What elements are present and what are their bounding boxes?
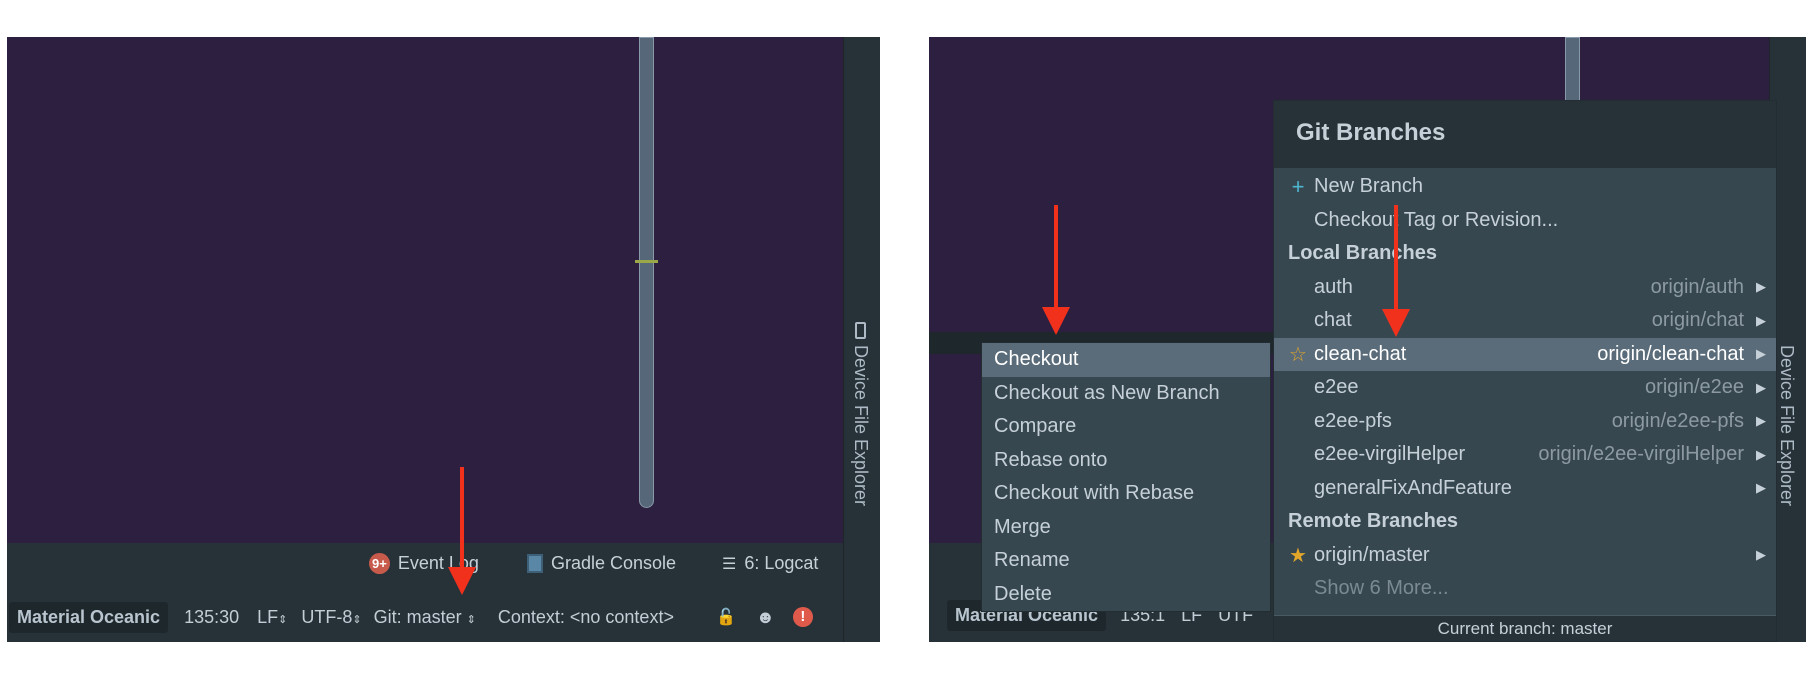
red-arrow-annotation (448, 467, 476, 595)
show-more-label: Show 6 More... (1314, 577, 1449, 600)
branch-actions-submenu: Checkout Checkout as New Branch Compare Reb… (981, 342, 1271, 612)
error-icon[interactable]: ! (792, 607, 813, 627)
editor-area[interactable] (7, 37, 843, 543)
branch-name: e2ee-virgilHelper (1314, 443, 1466, 466)
branch-item[interactable]: ☆ clean-chat origin/clean-chat ▶ (1274, 337, 1776, 371)
star-filled-icon: ★ (1289, 544, 1307, 567)
chevron-right-icon: ▶ (1756, 346, 1766, 362)
branch-name: chat (1314, 309, 1352, 332)
branch-name: origin/master (1314, 543, 1430, 566)
new-branch-label: New Branch (1314, 175, 1423, 198)
red-arrow-annotation (1382, 205, 1410, 337)
submenu-item-checkout-with-rebase[interactable]: Checkout with Rebase (982, 477, 1270, 511)
red-arrow-annotation (1042, 205, 1070, 335)
branch-name: e2ee-pfs (1314, 409, 1392, 432)
tracked-remote: origin/chat (1651, 309, 1744, 332)
git-branches-popup: Git Branches + New Branch Checkout Tag or… (1273, 100, 1777, 642)
caret-position[interactable]: 135:30 (184, 607, 239, 628)
chevron-right-icon: ▶ (1756, 312, 1766, 328)
theme-indicator[interactable]: Material Oceanic (9, 601, 169, 633)
chevron-right-icon: ▶ (1756, 446, 1766, 462)
chevron-right-icon: ▶ (1756, 480, 1766, 496)
vertical-scrollbar[interactable] (639, 37, 654, 508)
branch-item[interactable]: auth origin/auth ▶ (1274, 271, 1776, 305)
plus-icon: + (1291, 173, 1305, 199)
line-separator[interactable]: LF⇕ (257, 607, 287, 628)
new-branch-item[interactable]: + New Branch (1274, 170, 1776, 204)
right-tool-strip (843, 37, 880, 642)
checkout-tag-item[interactable]: Checkout Tag or Revision... (1274, 204, 1776, 238)
event-log-icon: 9+ (369, 553, 390, 574)
star-outline-icon: ☆ (1289, 343, 1307, 366)
tracked-remote: origin/e2ee-pfs (1611, 409, 1744, 432)
status-bar: Material Oceanic 135:30 LF⇕ UTF-8⇕ Git: … (7, 599, 843, 635)
logcat-icon: ☰ (722, 555, 737, 573)
tracked-remote: origin/e2ee-virgilHelper (1538, 443, 1744, 466)
chevron-right-icon: ▶ (1756, 547, 1766, 563)
chevron-right-icon: ▶ (1756, 279, 1766, 295)
updown-icon: ⇕ (466, 613, 476, 626)
remote-branches-header: Remote Branches (1288, 510, 1459, 533)
current-branch-footer: Current branch: master (1274, 615, 1776, 641)
branch-item[interactable]: generalFixAndFeature ▶ (1274, 472, 1776, 506)
branch-name: generalFixAndFeature (1314, 476, 1512, 499)
gradle-console-button[interactable]: Gradle Console (527, 553, 676, 574)
encoding[interactable]: UTF-8⇕ (301, 607, 361, 628)
updown-icon: ⇕ (278, 613, 288, 626)
branch-name: e2ee (1314, 376, 1359, 399)
checkout-tag-label: Checkout Tag or Revision... (1314, 208, 1559, 231)
device-icon (855, 322, 866, 339)
scroll-marker (635, 260, 658, 263)
gradle-console-label: Gradle Console (551, 553, 677, 573)
context-widget[interactable]: Context: <no context> (498, 607, 674, 628)
updown-icon: ⇕ (352, 613, 362, 626)
submenu-item-delete[interactable]: Delete (982, 578, 1270, 612)
branch-item[interactable]: e2ee-pfs origin/e2ee-pfs ▶ (1274, 405, 1776, 439)
submenu-item-rename[interactable]: Rename (982, 544, 1270, 578)
inspector-icon[interactable]: ☻ (756, 607, 775, 628)
right-ide-window: Device File Explorer Material Oceanic 13… (929, 37, 1806, 642)
git-branch-widget[interactable]: Git: master ⇕ (374, 607, 476, 628)
branch-name: clean-chat (1314, 342, 1407, 365)
submenu-item-checkout[interactable]: Checkout (982, 343, 1270, 377)
chevron-right-icon: ▶ (1756, 413, 1766, 429)
logcat-button[interactable]: ☰ 6: Logcat (722, 553, 818, 574)
tracked-remote: origin/e2ee (1645, 376, 1744, 399)
show-more-item[interactable]: Show 6 More... (1274, 572, 1776, 606)
branch-item[interactable]: ★ origin/master ▶ (1274, 539, 1776, 573)
git-branch-label: Git: master (373, 606, 462, 627)
logcat-label: 6: Logcat (744, 553, 819, 573)
lock-icon[interactable]: 🔓 (716, 607, 736, 627)
vertical-scrollbar[interactable] (1565, 37, 1580, 107)
line-separator-label: LF (257, 606, 279, 627)
branch-name: auth (1314, 275, 1353, 298)
chevron-right-icon: ▶ (1756, 379, 1766, 395)
branch-item[interactable]: e2ee-virgilHelper origin/e2ee-virgilHelpe… (1274, 438, 1776, 472)
gradle-console-icon (527, 554, 543, 573)
branch-item[interactable]: e2ee origin/e2ee ▶ (1274, 371, 1776, 405)
left-ide-window: Device File Explorer 9+ Event Log Gradle… (7, 37, 880, 642)
encoding-label: UTF-8 (301, 606, 353, 627)
tracked-remote: origin/clean-chat (1597, 342, 1744, 365)
tracked-remote: origin/auth (1650, 275, 1744, 298)
submenu-item-rebase-onto[interactable]: Rebase onto (982, 444, 1270, 478)
submenu-item-checkout-as-new-branch[interactable]: Checkout as New Branch (982, 377, 1270, 411)
popup-title: Git Branches (1274, 101, 1776, 168)
submenu-item-compare[interactable]: Compare (982, 410, 1270, 444)
device-file-explorer-tab[interactable]: Device File Explorer (1776, 345, 1797, 506)
branch-item[interactable]: chat origin/chat ▶ (1274, 304, 1776, 338)
submenu-item-merge[interactable]: Merge (982, 511, 1270, 545)
device-file-explorer-tab[interactable]: Device File Explorer (850, 345, 871, 506)
local-branches-header: Local Branches (1288, 242, 1437, 265)
